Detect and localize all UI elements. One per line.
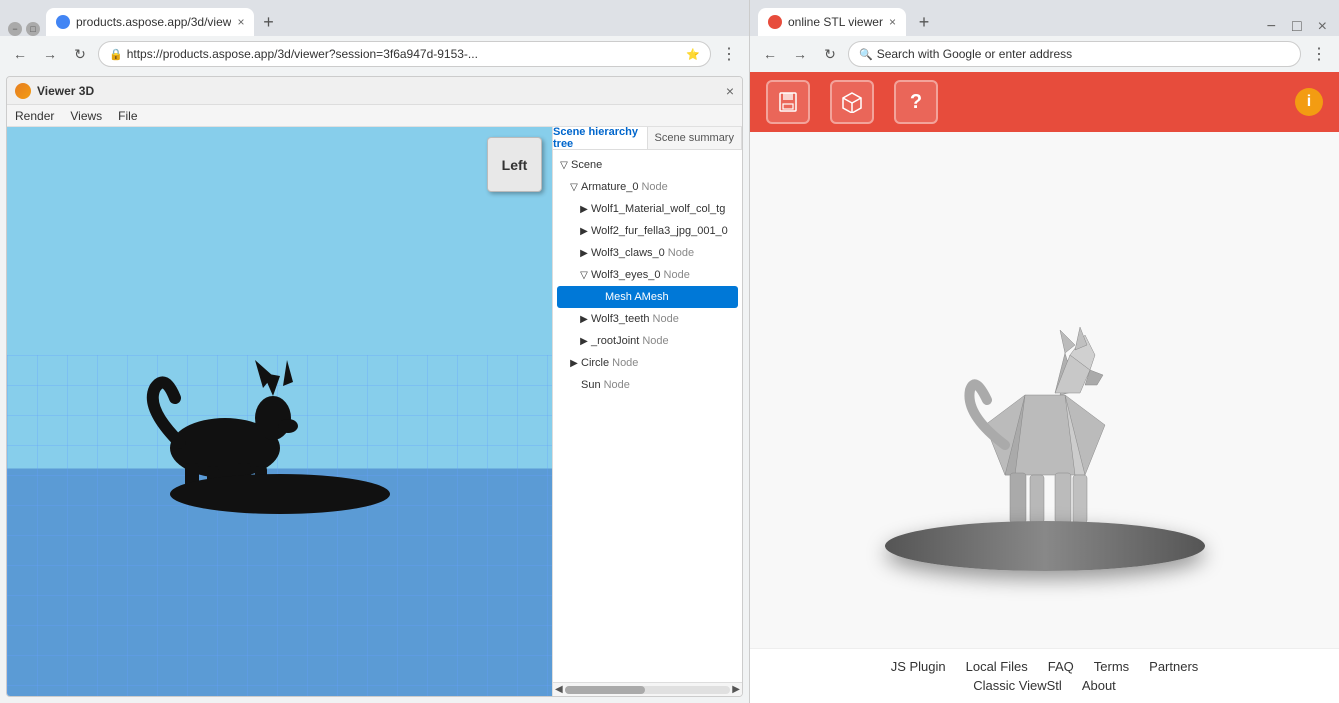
forward-btn[interactable]: → bbox=[38, 42, 62, 66]
left-tab-bar: − □ products.aspose.app/3d/view × + bbox=[0, 0, 749, 36]
toggle-circle[interactable]: ▶ bbox=[567, 358, 581, 369]
footer-partners[interactable]: Partners bbox=[1149, 659, 1198, 674]
right-back-btn[interactable]: ← bbox=[758, 42, 782, 66]
right-forward-btn[interactable]: → bbox=[788, 42, 812, 66]
right-active-tab[interactable]: online STL viewer × bbox=[758, 8, 906, 36]
stl-viewport[interactable] bbox=[750, 132, 1339, 648]
toggle-rootjoint[interactable]: ▶ bbox=[577, 336, 591, 347]
toggle-scene[interactable]: ▽ bbox=[557, 160, 571, 171]
right-maximize-btn[interactable]: □ bbox=[1288, 18, 1306, 36]
tree-wolf2[interactable]: ▶ Wolf2_fur_fella3_jpg_001_0 bbox=[553, 220, 742, 242]
right-window-controls: − □ × bbox=[1263, 18, 1331, 36]
right-tab-close[interactable]: × bbox=[889, 15, 896, 29]
toggle-wolf3-teeth[interactable]: ▶ bbox=[577, 314, 591, 325]
nav-cube[interactable]: Left bbox=[487, 137, 542, 192]
tree-circle[interactable]: ▶ Circle Node bbox=[553, 352, 742, 374]
stl-info-btn[interactable]: i bbox=[1295, 88, 1323, 116]
tab-close-btn[interactable]: × bbox=[237, 15, 244, 29]
scene-tree: ▽ Scene ▽ Armature_0 Node ▶ Wolf1_Materi… bbox=[553, 150, 742, 682]
tree-rootjoint[interactable]: ▶ _rootJoint Node bbox=[553, 330, 742, 352]
stl-footer-links-row1: JS Plugin Local Files FAQ Terms Partners bbox=[770, 659, 1319, 674]
window-controls: − □ bbox=[8, 22, 40, 36]
footer-faq[interactable]: FAQ bbox=[1048, 659, 1074, 674]
stl-toolbar: ? i bbox=[750, 72, 1339, 132]
wolf-model-right bbox=[905, 275, 1185, 555]
right-address-row: ← → ↻ 🔍 Search with Google or enter addr… bbox=[750, 36, 1339, 72]
menu-views[interactable]: Views bbox=[70, 109, 102, 123]
refresh-btn[interactable]: ↻ bbox=[68, 42, 92, 66]
footer-js-plugin[interactable]: JS Plugin bbox=[891, 659, 946, 674]
scroll-right-btn[interactable]: ▶ bbox=[732, 684, 740, 695]
tree-wolf3-eyes[interactable]: ▽ Wolf3_eyes_0 Node bbox=[553, 264, 742, 286]
stl-cube-btn[interactable] bbox=[830, 80, 874, 124]
scroll-left-btn[interactable]: ◀ bbox=[555, 684, 563, 695]
scene-panel: Scene hierarchy tree Scene summary ▽ Sce… bbox=[552, 127, 742, 696]
toggle-armature[interactable]: ▽ bbox=[567, 182, 581, 193]
tree-wolf3-claws[interactable]: ▶ Wolf3_claws_0 Node bbox=[553, 242, 742, 264]
address-text: https://products.aspose.app/3d/viewer?se… bbox=[127, 47, 683, 61]
right-close-btn[interactable]: × bbox=[1314, 18, 1331, 36]
tab-title: products.aspose.app/3d/view bbox=[76, 15, 231, 29]
menu-render[interactable]: Render bbox=[15, 109, 54, 123]
toggle-wolf3-eyes[interactable]: ▽ bbox=[577, 270, 591, 281]
tab-scene-summary[interactable]: Scene summary bbox=[648, 127, 743, 149]
tree-scene[interactable]: ▽ Scene bbox=[553, 154, 742, 176]
scroll-thumb bbox=[565, 686, 645, 694]
browser-menu-btn[interactable]: ⋮ bbox=[717, 42, 741, 66]
right-tab-favicon bbox=[768, 15, 782, 29]
maximize-btn[interactable]: □ bbox=[26, 22, 40, 36]
footer-about[interactable]: About bbox=[1082, 678, 1116, 693]
tree-sun[interactable]: Sun Node bbox=[553, 374, 742, 396]
right-new-tab-btn[interactable]: + bbox=[910, 8, 938, 36]
toggle-wolf3-claws[interactable]: ▶ bbox=[577, 248, 591, 259]
tree-wolf3-teeth[interactable]: ▶ Wolf3_teeth Node bbox=[553, 308, 742, 330]
footer-terms[interactable]: Terms bbox=[1094, 659, 1129, 674]
footer-classic-viewstl[interactable]: Classic ViewStl bbox=[973, 678, 1062, 693]
tree-mesh-amesh[interactable]: Mesh AMesh bbox=[557, 286, 738, 308]
right-browser: online STL viewer × + − □ × ← → ↻ 🔍 Sear… bbox=[750, 0, 1339, 703]
address-bar-row: ← → ↻ 🔒 https://products.aspose.app/3d/v… bbox=[0, 36, 749, 72]
right-chrome: online STL viewer × + − □ × ← → ↻ 🔍 Sear… bbox=[750, 0, 1339, 72]
active-tab[interactable]: products.aspose.app/3d/view × bbox=[46, 8, 254, 36]
viewer3d-window: Viewer 3D × Render Views File Left bbox=[6, 76, 743, 697]
scroll-track bbox=[565, 686, 731, 694]
stl-platform bbox=[885, 521, 1205, 571]
right-address-text: Search with Google or enter address bbox=[877, 47, 1290, 61]
stl-help-btn[interactable]: ? bbox=[894, 80, 938, 124]
right-tab-bar: online STL viewer × + − □ × bbox=[750, 0, 1339, 36]
minimize-btn[interactable]: − bbox=[8, 22, 22, 36]
stl-footer-links-row2: Classic ViewStl About bbox=[770, 678, 1319, 693]
viewport-3d[interactable]: Left bbox=[7, 127, 552, 696]
footer-local-files[interactable]: Local Files bbox=[966, 659, 1028, 674]
scene-scrollbar[interactable]: ◀ ▶ bbox=[553, 682, 742, 696]
viewer3d-title: Viewer 3D bbox=[37, 84, 726, 98]
back-btn[interactable]: ← bbox=[8, 42, 32, 66]
wolf-platform-left bbox=[170, 474, 390, 514]
toggle-wolf1[interactable]: ▶ bbox=[577, 204, 591, 215]
stl-viewer-app: ? i bbox=[750, 72, 1339, 703]
tab-scene-hierarchy[interactable]: Scene hierarchy tree bbox=[553, 127, 648, 149]
viewer3d-menu: Render Views File bbox=[7, 105, 742, 127]
scene-tabs: Scene hierarchy tree Scene summary bbox=[553, 127, 742, 150]
right-address-bar[interactable]: 🔍 Search with Google or enter address bbox=[848, 41, 1301, 67]
menu-file[interactable]: File bbox=[118, 109, 137, 123]
tree-armature[interactable]: ▽ Armature_0 Node bbox=[553, 176, 742, 198]
viewer3d-titlebar: Viewer 3D × bbox=[7, 77, 742, 105]
right-refresh-btn[interactable]: ↻ bbox=[818, 42, 842, 66]
tab-favicon bbox=[56, 15, 70, 29]
left-browser: − □ products.aspose.app/3d/view × + ← → … bbox=[0, 0, 750, 703]
viewer3d-content: Left bbox=[7, 127, 742, 696]
viewer3d-close-btn[interactable]: × bbox=[726, 83, 734, 99]
tree-wolf1[interactable]: ▶ Wolf1_Material_wolf_col_tg bbox=[553, 198, 742, 220]
address-bar[interactable]: 🔒 https://products.aspose.app/3d/viewer?… bbox=[98, 41, 711, 67]
right-tab-title: online STL viewer bbox=[788, 15, 883, 29]
new-tab-btn[interactable]: + bbox=[254, 8, 282, 36]
stl-footer: JS Plugin Local Files FAQ Terms Partners… bbox=[750, 648, 1339, 703]
right-minimize-btn[interactable]: − bbox=[1263, 18, 1280, 36]
viewer3d-app-icon bbox=[15, 83, 31, 99]
right-browser-menu-btn[interactable]: ⋮ bbox=[1307, 42, 1331, 66]
stl-save-btn[interactable] bbox=[766, 80, 810, 124]
toggle-wolf2[interactable]: ▶ bbox=[577, 226, 591, 237]
